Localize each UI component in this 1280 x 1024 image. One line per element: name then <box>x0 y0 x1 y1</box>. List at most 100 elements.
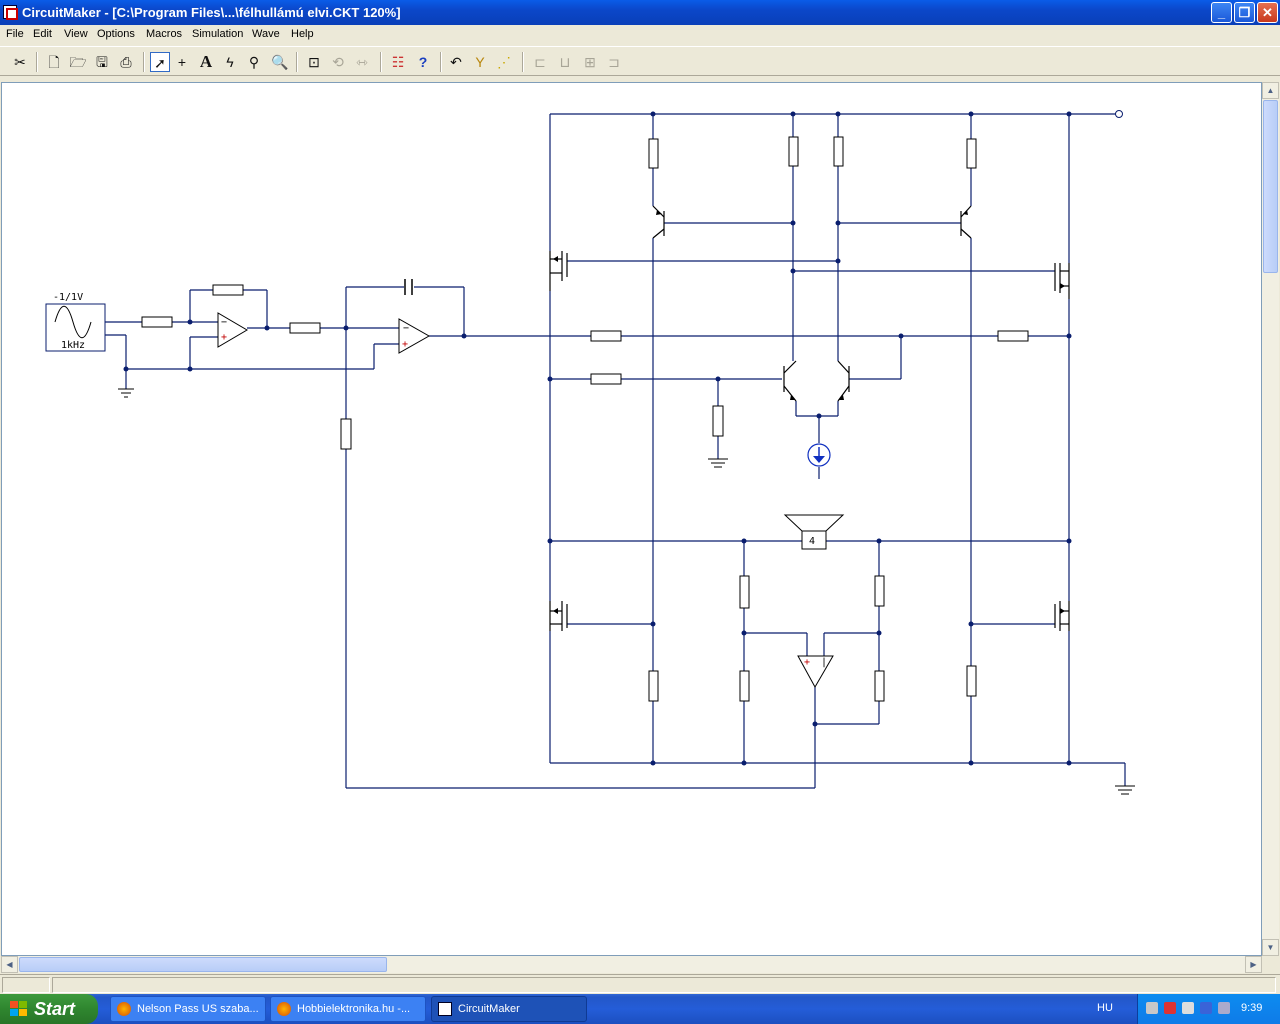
resistor[interactable] <box>212 284 244 296</box>
resistor[interactable] <box>289 322 321 334</box>
schematic-drawing[interactable]: +− +− + | 4 -1/1V 1kHz <box>2 83 1262 956</box>
resistor[interactable] <box>739 575 750 609</box>
undo-icon[interactable]: ↶ <box>446 52 466 72</box>
scrollbar-corner <box>1262 956 1279 973</box>
help-icon[interactable]: ? <box>413 52 433 72</box>
circuitmaker-app-icon[interactable] <box>3 5 18 20</box>
taskbar-item-label: Nelson Pass US szaba... <box>137 1003 259 1015</box>
menu-simulation[interactable]: Simulation <box>192 28 243 40</box>
mosfet[interactable] <box>1054 601 1070 631</box>
mosfet[interactable] <box>549 251 568 291</box>
scroll-left-icon[interactable]: ◀ <box>1 956 18 973</box>
mosfet[interactable] <box>1054 263 1070 299</box>
resistor[interactable] <box>874 575 885 607</box>
resistor[interactable] <box>340 418 352 450</box>
opamp-polarity-marks: + − + − + | <box>221 317 827 668</box>
toolbar: ✂ 🗋 🗁 🖫 ⎙ ➚ + A ϟ ⚲ 🔍 ⊡ ⟲ ⇿ ☷ ? ↶ Y ⋰ ⊏ … <box>0 46 1280 76</box>
text-tool-icon[interactable]: A <box>196 52 216 72</box>
taskbar-item[interactable]: Nelson Pass US szaba... <box>110 996 266 1022</box>
arrow-tool-icon[interactable]: ➚ <box>150 52 170 72</box>
svg-text:+: + <box>221 332 227 343</box>
svg-text:−: − <box>221 317 227 328</box>
language-indicator[interactable]: HU <box>1097 1002 1113 1014</box>
new-file-icon[interactable]: 🗋 <box>44 52 64 72</box>
menu-view[interactable]: View <box>64 28 88 40</box>
scroll-right-icon[interactable]: ▶ <box>1245 956 1262 973</box>
vertical-scrollbar[interactable]: ▲ ▼ <box>1262 82 1279 956</box>
start-label: Start <box>34 999 76 1019</box>
taskbar-item[interactable]: Hobbielektronika.hu -... <box>270 996 426 1022</box>
npn-transistor[interactable] <box>837 360 850 402</box>
minimize-button[interactable]: _ <box>1211 2 1232 23</box>
vertical-scroll-thumb[interactable] <box>1263 100 1278 273</box>
menu-wave[interactable]: Wave <box>252 28 280 40</box>
taskbar-item-label: CircuitMaker <box>458 1003 520 1015</box>
fit-icon[interactable]: ⊡ <box>304 52 324 72</box>
current-source[interactable] <box>807 443 831 467</box>
align-center-icon[interactable]: ⊞ <box>580 52 600 72</box>
cut-icon[interactable]: ✂ <box>10 52 30 72</box>
antivirus-icon[interactable] <box>1164 1002 1176 1014</box>
maximize-button[interactable]: ❐ <box>1234 2 1255 23</box>
resistor[interactable] <box>966 665 977 697</box>
menu-options[interactable]: Options <box>97 28 135 40</box>
resistor[interactable] <box>739 670 750 702</box>
speaker-label: 4 <box>809 536 815 547</box>
align-right-icon[interactable]: ⊐ <box>604 52 624 72</box>
network-icon[interactable] <box>1146 1002 1158 1014</box>
close-button[interactable]: ✕ <box>1257 2 1278 23</box>
resistor[interactable] <box>874 670 885 702</box>
firefox-icon <box>277 1002 291 1016</box>
rotate-icon[interactable]: ⟲ <box>328 52 348 72</box>
output-terminal[interactable] <box>1115 110 1123 118</box>
digital-sim-icon[interactable]: ☷ <box>388 52 408 72</box>
print-icon[interactable]: ⎙ <box>116 52 136 72</box>
menu-file[interactable]: File <box>6 28 24 40</box>
resistor[interactable] <box>997 330 1029 342</box>
svg-text:|: | <box>821 657 827 668</box>
svg-text:−: − <box>403 323 409 334</box>
npn-transistor[interactable] <box>783 360 797 402</box>
title-bar: CircuitMaker - [C:\Program Files\...\fél… <box>0 0 1280 25</box>
status-pane <box>2 977 50 993</box>
bluetooth-icon[interactable] <box>1200 1002 1212 1014</box>
menu-edit[interactable]: Edit <box>33 28 52 40</box>
pnp-transistor[interactable] <box>652 205 665 239</box>
analog-icon[interactable]: ⋰ <box>494 52 514 72</box>
start-button[interactable]: Start <box>0 994 98 1024</box>
taskbar: Start Nelson Pass US szaba... Hobbielekt… <box>0 994 1280 1024</box>
resistor[interactable] <box>648 138 659 169</box>
scroll-down-icon[interactable]: ▼ <box>1262 939 1279 956</box>
schematic-canvas[interactable]: + − + − + | 4 -1/1V 1kHz <box>1 82 1262 956</box>
mosfet[interactable] <box>549 601 568 631</box>
resistor[interactable] <box>966 138 977 169</box>
mirror-icon[interactable]: ⇿ <box>352 52 372 72</box>
open-folder-icon[interactable]: 🗁 <box>68 52 88 72</box>
pnp-transistor[interactable] <box>960 205 972 239</box>
horizontal-scroll-thumb[interactable] <box>19 957 387 972</box>
menu-help[interactable]: Help <box>291 28 314 40</box>
horizontal-scrollbar[interactable]: ◀ ▶ <box>1 956 1262 973</box>
zoom-tool-icon[interactable]: ⚲ <box>244 52 264 72</box>
resistor[interactable] <box>590 373 622 385</box>
volume-icon[interactable] <box>1182 1002 1194 1014</box>
probe-tool-icon[interactable]: ϟ <box>220 52 240 72</box>
save-icon[interactable]: 🖫 <box>92 52 112 72</box>
taskbar-item[interactable]: CircuitMaker <box>431 996 587 1022</box>
resistor[interactable] <box>141 316 173 328</box>
resistor[interactable] <box>590 330 622 342</box>
window-title: CircuitMaker - [C:\Program Files\...\fél… <box>22 5 401 20</box>
resistor[interactable] <box>648 670 659 702</box>
resistor[interactable] <box>712 405 724 437</box>
capacitor[interactable] <box>404 279 413 295</box>
magnifier-icon[interactable]: 🔍 <box>270 52 290 72</box>
macro-icon[interactable]: Y <box>470 52 490 72</box>
align-left-icon[interactable]: ⊏ <box>530 52 550 72</box>
resistor[interactable] <box>788 136 799 167</box>
resistor[interactable] <box>833 136 844 167</box>
menu-macros[interactable]: Macros <box>146 28 182 40</box>
align-bottom-icon[interactable]: ⊔ <box>555 52 575 72</box>
wire-tool-icon[interactable]: + <box>172 52 192 72</box>
update-icon[interactable] <box>1218 1002 1230 1014</box>
scroll-up-icon[interactable]: ▲ <box>1262 82 1279 99</box>
